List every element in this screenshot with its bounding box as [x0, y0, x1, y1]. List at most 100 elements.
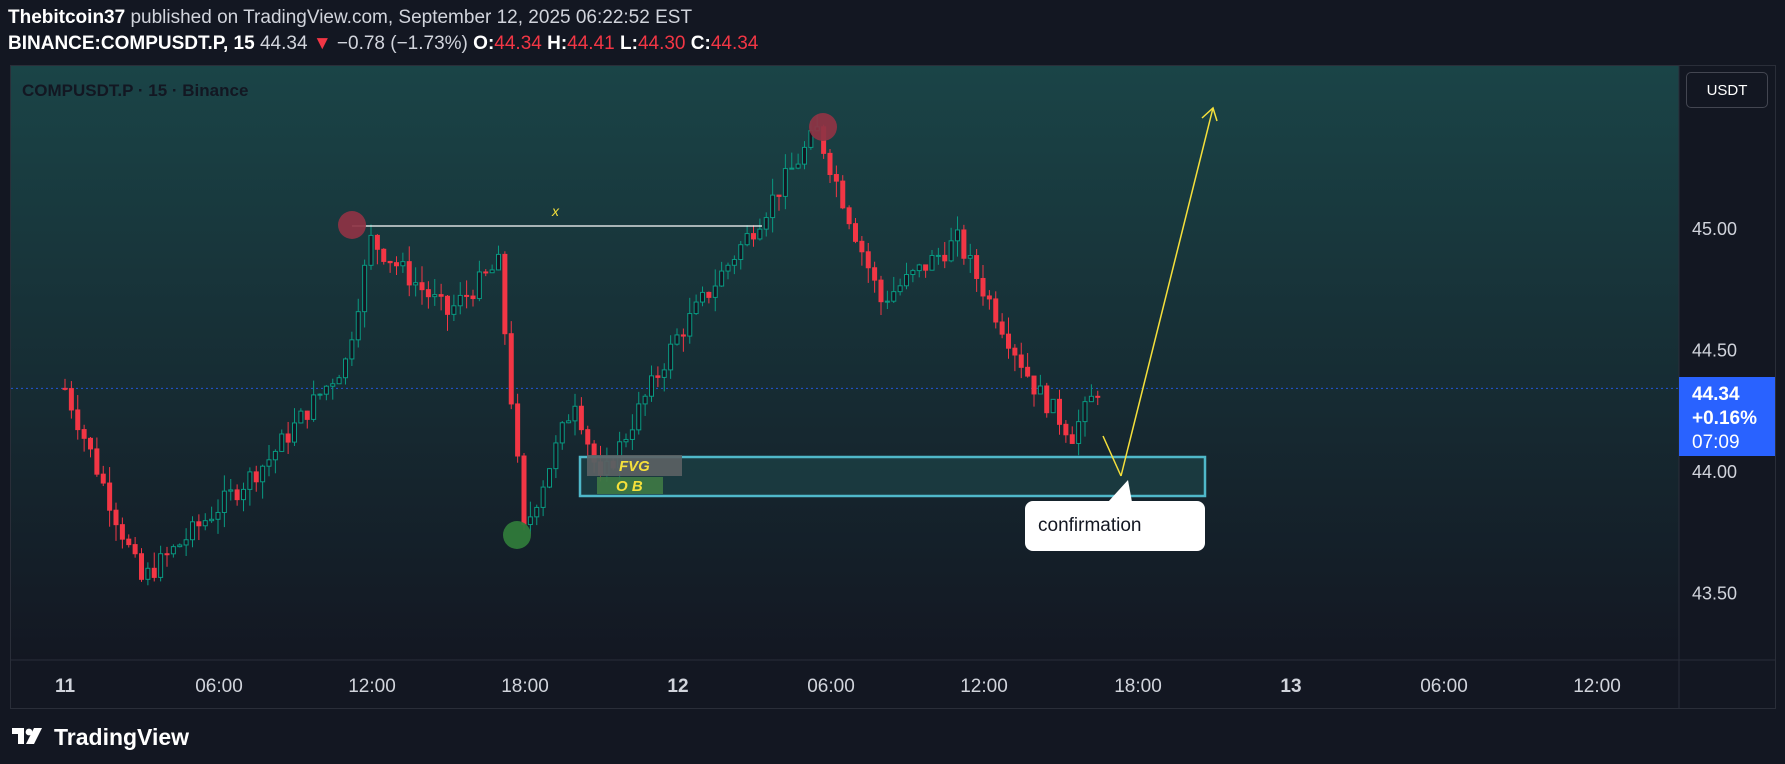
- candle-up: [247, 471, 253, 490]
- candle-down: [515, 403, 521, 457]
- candle-up: [400, 261, 406, 267]
- candle-up: [661, 369, 667, 378]
- candle-up: [368, 234, 374, 266]
- candle-up: [349, 339, 355, 360]
- tradingview-logo[interactable]: TradingView: [12, 724, 189, 751]
- candle-up: [317, 393, 323, 396]
- candle-down: [1031, 375, 1037, 395]
- candle-down: [680, 334, 686, 337]
- candle-down: [1044, 385, 1050, 414]
- candle-down: [196, 521, 202, 527]
- chart-svg[interactable]: x FVG O B confirmation 45.00 44.50 44.00 43…: [0, 0, 1785, 764]
- candle-up: [566, 420, 572, 424]
- current-price-change: +0.16%: [1692, 408, 1757, 429]
- candle-up: [202, 520, 208, 527]
- candle-down: [521, 455, 527, 526]
- candle-up: [336, 377, 342, 385]
- candle-up: [260, 465, 266, 483]
- candle-up: [572, 405, 578, 422]
- candle-down: [827, 152, 833, 176]
- candle-up: [170, 546, 176, 555]
- candle-down: [865, 251, 871, 269]
- candle-up: [891, 291, 897, 302]
- candle-up: [623, 438, 629, 443]
- candle-down: [706, 291, 712, 298]
- swing-high-marker-right: [809, 113, 837, 141]
- candle-up: [272, 450, 278, 461]
- candle-down: [999, 321, 1005, 335]
- current-price-label: 44.34 +0.16% 07:09: [1679, 377, 1775, 456]
- currency-button[interactable]: USDT: [1686, 72, 1768, 108]
- candle-down: [655, 375, 661, 378]
- candle-down: [846, 207, 852, 225]
- candle-up: [145, 567, 151, 580]
- candle-down: [107, 482, 113, 511]
- tradingview-logo-icon: [12, 727, 42, 744]
- candle-down: [445, 295, 450, 315]
- candle-down: [508, 333, 514, 405]
- time-tick-label: 18:00: [1114, 676, 1162, 697]
- candle-down: [993, 298, 999, 323]
- candle-down: [425, 289, 431, 298]
- candle-up: [209, 518, 215, 522]
- candle-up: [712, 285, 718, 298]
- candle-down: [1069, 434, 1075, 444]
- candle-down: [151, 567, 157, 578]
- time-tick-label: 11: [55, 676, 76, 697]
- current-price-value: 44.34: [1692, 384, 1740, 405]
- candle-up: [1088, 395, 1094, 403]
- time-tick-label: 06:00: [195, 676, 243, 697]
- candle-down: [980, 277, 986, 297]
- candle-up: [534, 506, 540, 518]
- candle-up: [789, 167, 795, 170]
- candle-up: [904, 274, 909, 287]
- candle-up: [451, 305, 457, 315]
- candle-up: [1082, 401, 1088, 423]
- candle-up: [183, 539, 189, 546]
- candle-up: [559, 422, 565, 444]
- candle-up: [719, 270, 725, 287]
- candle-up: [731, 259, 737, 266]
- time-tick-label: 12:00: [1573, 676, 1621, 697]
- candle-up: [279, 433, 285, 452]
- candle-up: [228, 489, 234, 492]
- candle-down: [840, 180, 846, 209]
- fvg-label: FVG: [619, 458, 650, 475]
- candle-up: [700, 291, 705, 303]
- candle-down: [126, 538, 132, 546]
- time-tick-label: 13: [1280, 676, 1301, 697]
- candle-down: [1057, 398, 1062, 425]
- candle-down: [68, 388, 74, 411]
- candle-up: [687, 313, 693, 337]
- candle-down: [100, 473, 106, 484]
- candle-up: [540, 486, 546, 508]
- candle-up: [744, 233, 750, 246]
- candle-up: [457, 294, 463, 307]
- candle-up: [343, 358, 348, 379]
- chart-symbol-title: COMPUSDT.P · 15 · Binance: [22, 81, 249, 100]
- plot-background: [11, 66, 1679, 660]
- time-axis[interactable]: 11 06:00 12:00 18:00 12 06:00 12:00 18:00 13 06:0…: [55, 676, 1621, 697]
- candle-up: [795, 163, 801, 169]
- candle-up: [355, 311, 361, 341]
- candle-down: [470, 295, 476, 300]
- candle-down: [878, 279, 884, 303]
- candle-up: [929, 254, 935, 271]
- candle-up: [190, 521, 195, 541]
- candle-down: [1012, 347, 1018, 356]
- candle-down: [419, 282, 425, 291]
- ob-label: O B: [616, 478, 643, 495]
- candle-down: [1025, 366, 1031, 377]
- candle-up: [948, 240, 954, 262]
- candle-up: [1037, 385, 1043, 395]
- candle-down: [751, 233, 756, 240]
- candle-up: [1050, 398, 1056, 414]
- candle-down: [974, 255, 980, 279]
- candle-up: [802, 146, 807, 165]
- candle-down: [859, 240, 865, 253]
- candle-down: [1063, 423, 1069, 436]
- candle-up: [897, 285, 903, 293]
- price-tick-label: 43.50: [1692, 584, 1737, 604]
- candle-down: [1095, 395, 1101, 398]
- candle-up: [782, 168, 788, 197]
